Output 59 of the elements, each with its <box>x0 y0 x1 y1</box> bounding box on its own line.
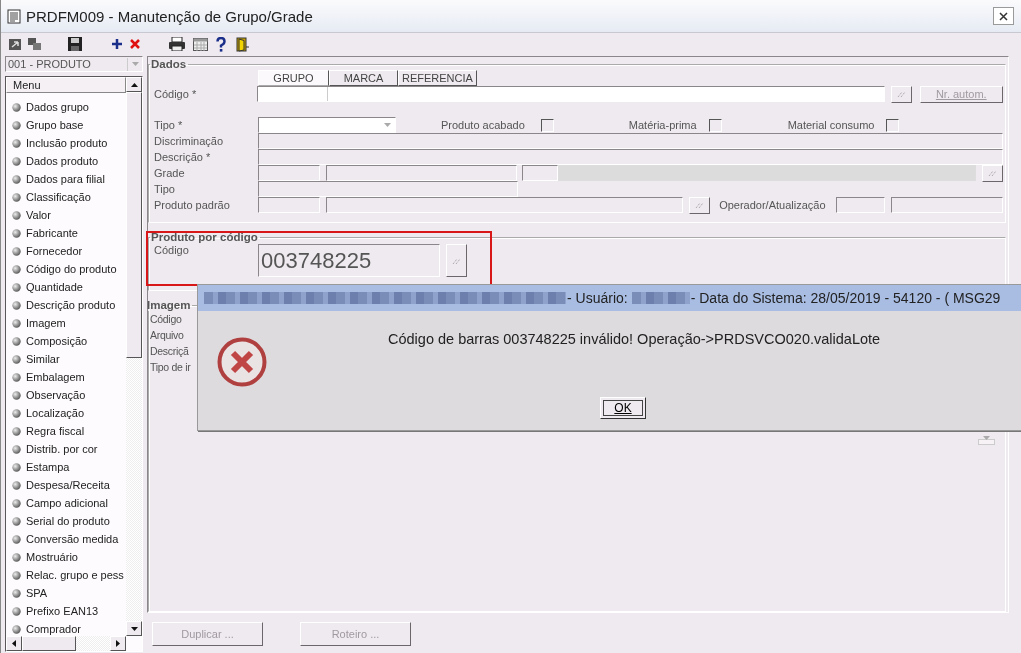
menu-item[interactable]: Fornecedor <box>6 242 126 260</box>
field-label: Grade <box>154 167 186 179</box>
menu-item[interactable]: Despesa/Receita <box>6 476 126 494</box>
dialog-title: - Usuário: <box>567 290 628 306</box>
menu-item[interactable]: Imagem <box>6 314 126 332</box>
code-type-tab[interactable]: REFERENCIA <box>398 70 477 86</box>
field-label: Código <box>154 244 190 256</box>
menu-item[interactable]: Quantidade <box>6 278 126 296</box>
menu-item[interactable]: Grupo base <box>6 116 126 134</box>
checkbox-label: Produto acabado <box>441 119 525 131</box>
window-title: PRDFM009 - Manutenção de Grupo/Grade <box>26 7 314 25</box>
code-input[interactable]: 003748225 <box>258 244 440 277</box>
menu-item[interactable]: Valor <box>6 206 126 224</box>
field-label: Tipo <box>154 183 176 195</box>
field-label: Operador/Atualização <box>719 199 826 211</box>
field-label: Descriçã <box>150 345 189 357</box>
menu-item[interactable]: Similar <box>6 350 126 368</box>
menu-item[interactable]: Conversão medida <box>6 530 126 548</box>
menu-item[interactable]: Regra fiscal <box>6 422 126 440</box>
section-title: Dados <box>150 58 188 70</box>
menu-header: Menu <box>6 77 126 93</box>
code-type-tab[interactable]: MARCA <box>329 70 398 86</box>
menu-item[interactable]: Prefixo EAN13 <box>6 602 126 620</box>
error-message: Código de barras 003748225 inválido! Operação->PRDSVCO020.validaLote <box>388 331 881 347</box>
menu-item[interactable]: Distrib. por cor <box>6 440 126 458</box>
menu-item[interactable]: Classificação <box>6 188 126 206</box>
menu-item[interactable]: Comprador <box>6 620 126 636</box>
menu-item[interactable]: Observação <box>6 386 126 404</box>
menu-item[interactable]: SPA <box>6 584 126 602</box>
ok-button[interactable]: OK <box>600 397 646 419</box>
menu-item[interactable]: Relac. grupo e pess <box>6 566 126 584</box>
field-label: Tipo * <box>154 119 184 131</box>
checkbox-label: Material consumo <box>787 119 875 131</box>
code-type-tab[interactable]: GRUPO <box>258 70 329 86</box>
menu-item[interactable]: Dados grupo <box>6 98 126 116</box>
menu-item[interactable]: Campo adicional <box>6 494 126 512</box>
menu-item[interactable]: Estampa <box>6 458 126 476</box>
dialog-title: - Data do Sistema: 28/05/2019 - 54120 - ( MSG29 <box>690 290 1001 306</box>
field-label: Tipo de ir <box>150 361 191 373</box>
menu-item[interactable]: Serial do produto <box>6 512 126 530</box>
menu-item[interactable]: Embalagem <box>6 368 126 386</box>
menu-item[interactable]: Fabricante <box>6 224 126 242</box>
section-title: Produto por código <box>150 231 259 243</box>
field-label: Discriminação <box>154 135 225 147</box>
checkbox-label: Matéria-prima <box>628 119 697 131</box>
field-label: Descrição * <box>154 151 212 163</box>
menu-item[interactable]: Dados para filial <box>6 170 126 188</box>
field-label: Código * <box>154 88 198 100</box>
menu-item[interactable]: Localização <box>6 404 126 422</box>
menu-item[interactable]: Mostruário <box>6 548 126 566</box>
field-label: Código <box>150 313 182 325</box>
menu-item[interactable]: Dados produto <box>6 152 126 170</box>
field-label: Produto padrão <box>154 199 231 211</box>
menu-item[interactable]: Inclusão produto <box>6 134 126 152</box>
menu-item[interactable]: Código do produto <box>6 260 126 278</box>
menu-item[interactable]: Composição <box>6 332 126 350</box>
menu-item[interactable]: Descrição produto <box>6 296 126 314</box>
field-label: Arquivo <box>150 329 184 341</box>
module-dropdown[interactable]: 001 - PRODUTO <box>5 56 143 72</box>
